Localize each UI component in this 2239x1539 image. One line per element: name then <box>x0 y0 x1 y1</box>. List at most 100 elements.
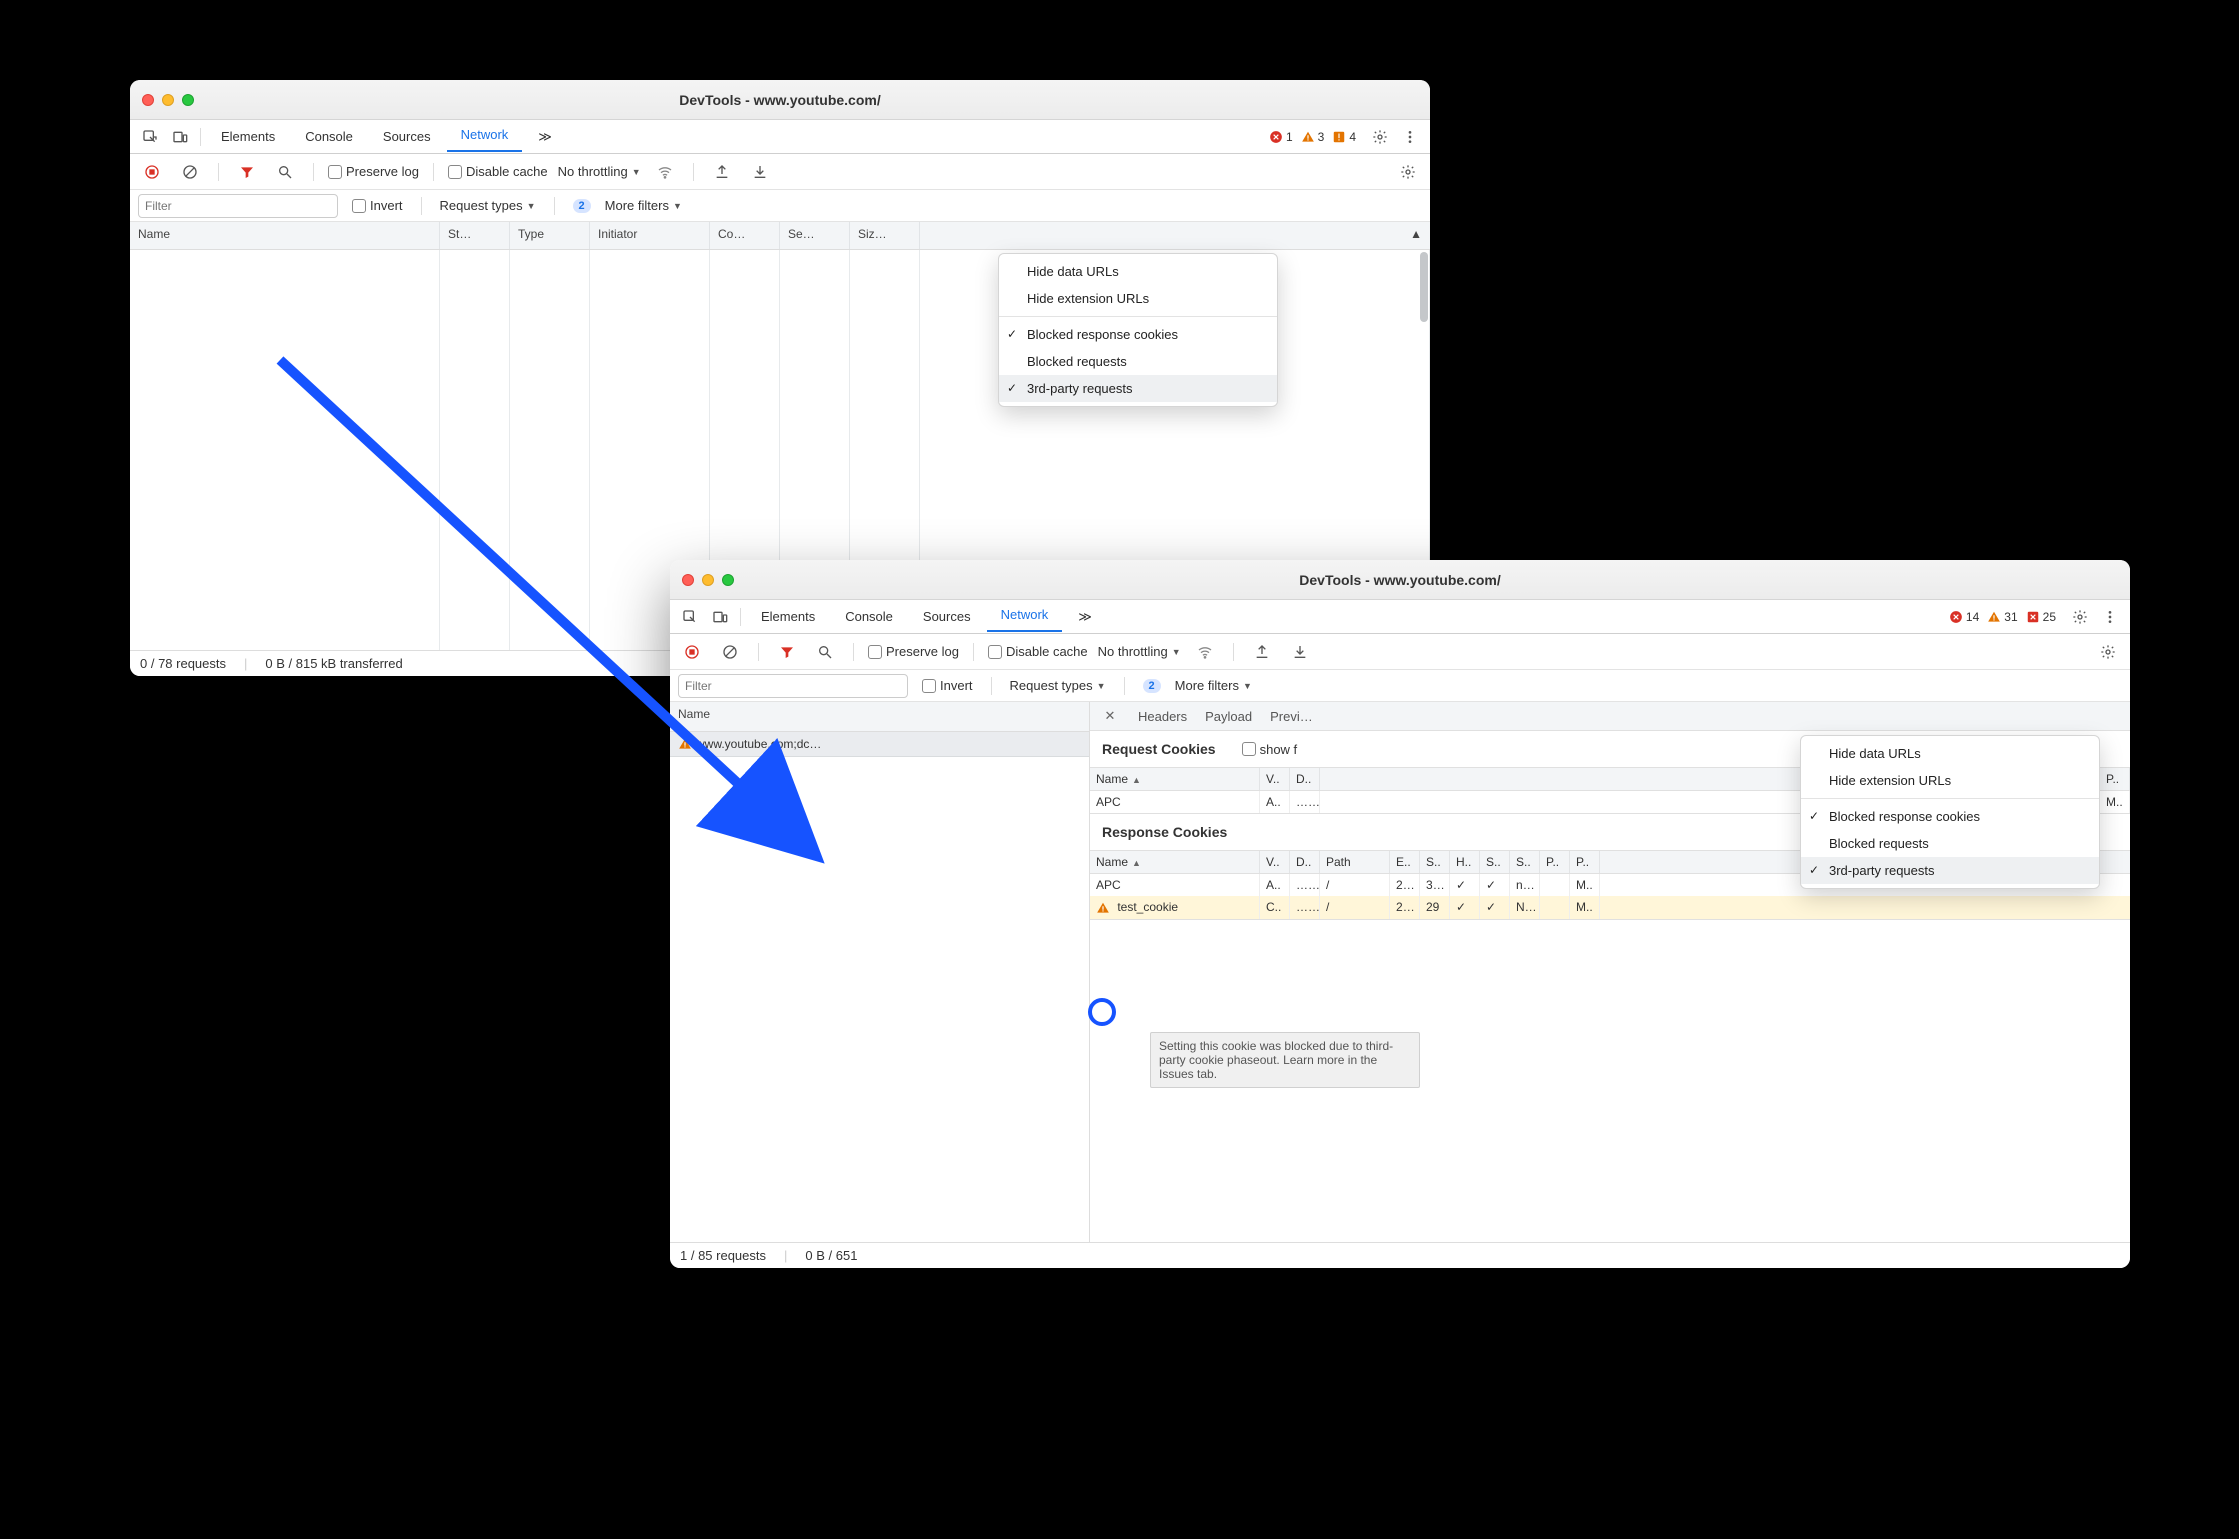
rc-head-v[interactable]: V.. <box>1260 768 1290 790</box>
maximize-window-icon[interactable] <box>182 94 194 106</box>
col-size[interactable]: Siz… <box>850 222 920 249</box>
download-icon[interactable] <box>746 158 774 186</box>
tab-more[interactable]: ≫ <box>1064 603 1106 631</box>
error-badge[interactable]: 14 <box>1949 610 1979 624</box>
col-waterfall[interactable]: ▲ <box>920 222 1430 249</box>
divider <box>421 197 422 215</box>
gear-icon[interactable] <box>1366 123 1394 151</box>
download-icon[interactable] <box>1286 638 1314 666</box>
col-initiator[interactable]: Initiator <box>590 222 710 249</box>
resp-head[interactable]: Path <box>1320 851 1390 873</box>
minimize-window-icon[interactable] <box>162 94 174 106</box>
cell: 3… <box>1420 874 1450 896</box>
close-window-icon[interactable] <box>142 94 154 106</box>
kebab-menu-icon[interactable] <box>2096 603 2124 631</box>
tab-sources[interactable]: Sources <box>369 123 445 150</box>
gear-icon[interactable] <box>2094 638 2122 666</box>
info-badge[interactable]: 25 <box>2026 610 2056 624</box>
table-row-blocked[interactable]: test_cookie C.. ….. / 2… 29 ✓ ✓ N… M.. <box>1090 896 2130 919</box>
tab-network[interactable]: Network <box>987 601 1063 632</box>
gear-icon[interactable] <box>2066 603 2094 631</box>
throttle-select[interactable]: No throttling▼ <box>1098 644 1181 659</box>
invert-checkbox[interactable]: Invert <box>352 198 403 213</box>
col-status[interactable]: St… <box>440 222 510 249</box>
close-detail-icon[interactable]: ✕ <box>1100 708 1120 724</box>
cell: M.. <box>1570 874 1600 896</box>
invert-checkbox[interactable]: Invert <box>922 678 973 693</box>
more-filters-menu: Hide data URLs Hide extension URLs ✓Bloc… <box>1800 735 2100 889</box>
record-icon[interactable] <box>138 158 166 186</box>
upload-icon[interactable] <box>1248 638 1276 666</box>
clear-icon[interactable] <box>176 158 204 186</box>
resp-head[interactable]: V.. <box>1260 851 1290 873</box>
gear-icon[interactable] <box>1394 158 1422 186</box>
tab-console[interactable]: Console <box>291 123 367 150</box>
device-toolbar-icon[interactable] <box>166 123 194 151</box>
menu-hide-data-urls[interactable]: Hide data URLs <box>999 258 1277 285</box>
resp-head[interactable]: D.. <box>1290 851 1320 873</box>
resp-head[interactable]: S.. <box>1420 851 1450 873</box>
menu-blocked-requests[interactable]: Blocked requests <box>999 348 1277 375</box>
menu-3rd-party-requests[interactable]: ✓3rd-party requests <box>1801 857 2099 884</box>
tab-more[interactable]: ≫ <box>524 123 566 151</box>
inspect-icon[interactable] <box>136 123 164 151</box>
menu-blocked-response-cookies[interactable]: ✓Blocked response cookies <box>999 321 1277 348</box>
wifi-icon[interactable] <box>1191 638 1219 666</box>
more-filters-select[interactable]: More filters ▼ <box>1175 678 1252 693</box>
search-icon[interactable] <box>271 158 299 186</box>
rc-head-p[interactable]: P.. <box>2100 768 2130 790</box>
col-cookies[interactable]: Co… <box>710 222 780 249</box>
warning-badge[interactable]: 3 <box>1301 130 1325 144</box>
request-types-select[interactable]: Request types ▼ <box>440 198 536 213</box>
kebab-menu-icon[interactable] <box>1396 123 1424 151</box>
warning-badge[interactable]: 31 <box>1987 610 2017 624</box>
resp-head-name[interactable]: Name▲ <box>1090 851 1260 873</box>
tab-elements[interactable]: Elements <box>207 123 289 150</box>
throttle-select[interactable]: No throttling▼ <box>558 164 641 179</box>
col-set[interactable]: Se… <box>780 222 850 249</box>
dtab-headers[interactable]: Headers <box>1138 709 1187 724</box>
upload-icon[interactable] <box>708 158 736 186</box>
filter-count-pill: 2 <box>1143 679 1161 693</box>
dtab-payload[interactable]: Payload <box>1205 709 1252 724</box>
titlebar[interactable]: DevTools - www.youtube.com/ <box>130 80 1430 120</box>
tab-network[interactable]: Network <box>447 121 523 152</box>
disable-cache-checkbox[interactable]: Disable cache <box>448 164 548 179</box>
menu-hide-extension-urls[interactable]: Hide extension URLs <box>999 285 1277 312</box>
table-header: Name St… Type Initiator Co… Se… Siz… ▲ <box>130 222 1430 250</box>
menu-3rd-party-requests[interactable]: ✓3rd-party requests <box>999 375 1277 402</box>
col-name[interactable]: Name <box>130 222 440 249</box>
cell: 2… <box>1390 896 1420 919</box>
menu-blocked-requests[interactable]: Blocked requests <box>1801 830 2099 857</box>
resp-head[interactable]: S.. <box>1480 851 1510 873</box>
col-type[interactable]: Type <box>510 222 590 249</box>
disable-cache-checkbox[interactable]: Disable cache <box>988 644 1088 659</box>
cell: M.. <box>1570 896 1600 919</box>
cell: ✓ <box>1450 874 1480 896</box>
resp-head[interactable]: P.. <box>1540 851 1570 873</box>
resp-head[interactable]: E.. <box>1390 851 1420 873</box>
info-badge[interactable]: 4 <box>1332 130 1356 144</box>
filter-icon[interactable] <box>233 158 261 186</box>
resp-head[interactable]: S.. <box>1510 851 1540 873</box>
dtab-preview[interactable]: Previ… <box>1270 709 1313 724</box>
menu-blocked-response-cookies[interactable]: ✓Blocked response cookies <box>1801 803 2099 830</box>
request-types-select[interactable]: Request types ▼ <box>1010 678 1106 693</box>
resp-head[interactable]: H.. <box>1450 851 1480 873</box>
more-filters-select[interactable]: More filters ▼ <box>605 198 682 213</box>
scrollbar-thumb[interactable] <box>1420 252 1428 322</box>
traffic-lights[interactable] <box>142 94 194 106</box>
error-badge[interactable]: 1 <box>1269 130 1293 144</box>
preserve-log-checkbox[interactable]: Preserve log <box>328 164 419 179</box>
resp-head[interactable]: P.. <box>1570 851 1600 873</box>
menu-hide-data-urls[interactable]: Hide data URLs <box>1801 740 2099 767</box>
wifi-icon[interactable] <box>651 158 679 186</box>
cell <box>1540 874 1570 896</box>
menu-hide-extension-urls[interactable]: Hide extension URLs <box>1801 767 2099 794</box>
rc-head-d[interactable]: D.. <box>1290 768 1320 790</box>
divider <box>973 643 974 661</box>
rc-head-name[interactable]: Name▲ <box>1090 768 1260 790</box>
show-filtered-checkbox[interactable]: show f <box>1242 742 1298 757</box>
filter-input[interactable] <box>138 194 338 218</box>
tab-sources[interactable]: Sources <box>909 603 985 630</box>
